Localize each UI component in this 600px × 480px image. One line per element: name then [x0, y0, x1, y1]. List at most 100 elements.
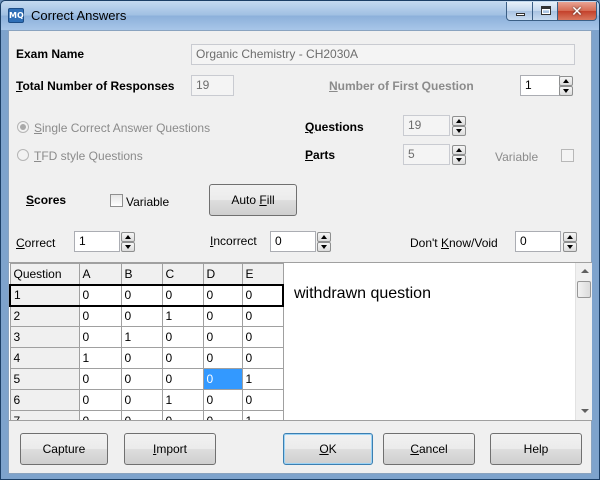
answer-cell[interactable]: 1: [241, 410, 284, 420]
answer-cell[interactable]: 0: [241, 347, 284, 369]
title-bar[interactable]: MQ Correct Answers ✕: [1, 1, 599, 30]
answer-cell[interactable]: 0: [120, 368, 163, 390]
spin-up-icon[interactable]: [559, 76, 573, 86]
answer-cell[interactable]: 0: [78, 283, 122, 307]
correct-spinner[interactable]: [121, 232, 135, 252]
correct-field[interactable]: 1: [74, 231, 120, 252]
row-header-cell[interactable]: 2: [9, 305, 80, 327]
incorrect-field[interactable]: 0: [270, 231, 316, 252]
spin-up-icon[interactable]: [452, 145, 466, 155]
answer-cell[interactable]: 1: [120, 326, 163, 348]
answer-cell[interactable]: 0: [241, 326, 284, 348]
answer-cell[interactable]: 0: [78, 305, 122, 327]
table-row[interactable]: 301000: [9, 326, 284, 348]
spin-down-icon[interactable]: [563, 242, 577, 252]
scroll-up-icon[interactable]: [581, 269, 589, 273]
questions-spinner[interactable]: [452, 116, 466, 136]
total-responses-field[interactable]: 19: [191, 75, 234, 96]
grid-header-c[interactable]: C: [161, 263, 204, 285]
answer-cell[interactable]: 0: [161, 410, 204, 420]
answer-cell[interactable]: 0: [120, 305, 163, 327]
spin-down-icon[interactable]: [317, 242, 331, 252]
answer-cell[interactable]: 0: [161, 368, 204, 390]
row-header-cell[interactable]: 3: [9, 326, 80, 348]
table-row[interactable]: 700001: [9, 410, 284, 420]
spin-down-icon[interactable]: [452, 126, 466, 136]
answers-grid[interactable]: Question A B C D E 10000020010030100041000050…: [9, 262, 592, 421]
answer-cell[interactable]: 0: [161, 347, 204, 369]
scroll-thumb[interactable]: [577, 281, 591, 298]
table-row[interactable]: 410000: [9, 347, 284, 369]
answer-cell[interactable]: 0: [78, 368, 122, 390]
cancel-button[interactable]: Cancel: [383, 433, 475, 465]
tfd-style-radio[interactable]: [17, 149, 29, 161]
spin-down-icon[interactable]: [559, 86, 573, 96]
grid-header-question[interactable]: Question: [9, 263, 80, 285]
answer-cell[interactable]: 0: [241, 389, 284, 411]
spin-up-icon[interactable]: [317, 232, 331, 242]
answer-cell[interactable]: 0: [120, 410, 163, 420]
auto-fill-button[interactable]: Auto Fill: [209, 184, 297, 216]
scroll-down-icon[interactable]: [581, 409, 589, 413]
row-header-cell[interactable]: 6: [9, 389, 80, 411]
incorrect-spinner[interactable]: [317, 232, 331, 252]
capture-button[interactable]: Capture: [20, 433, 108, 465]
grid-header-d[interactable]: D: [202, 263, 243, 285]
questions-field[interactable]: 19: [403, 115, 450, 136]
row-header-cell[interactable]: 1: [9, 283, 80, 307]
answer-cell[interactable]: 0: [202, 326, 243, 348]
answer-cell[interactable]: 0: [202, 283, 243, 307]
minimize-button[interactable]: [506, 2, 533, 21]
parts-variable-checkbox[interactable]: [561, 149, 574, 162]
dont-know-spinner[interactable]: [563, 232, 577, 252]
scores-variable-checkbox[interactable]: [110, 194, 123, 207]
row-header-cell[interactable]: 7: [9, 410, 80, 420]
answer-cell[interactable]: 0: [78, 410, 122, 420]
spin-up-icon[interactable]: [563, 232, 577, 242]
answer-cell[interactable]: 0: [202, 389, 243, 411]
answers-table[interactable]: Question A B C D E 10000020010030100041000050…: [9, 263, 284, 420]
answer-cell[interactable]: 0: [161, 326, 204, 348]
answer-cell[interactable]: 0: [241, 305, 284, 327]
spin-down-icon[interactable]: [452, 155, 466, 165]
maximize-button[interactable]: [532, 2, 558, 21]
answer-cell[interactable]: 0: [120, 389, 163, 411]
spin-up-icon[interactable]: [121, 232, 135, 242]
spin-down-icon[interactable]: [121, 242, 135, 252]
grid-header-e[interactable]: E: [241, 263, 284, 285]
answer-cell[interactable]: 0: [202, 410, 243, 420]
ok-button[interactable]: OK: [283, 433, 373, 465]
spin-up-icon[interactable]: [452, 116, 466, 126]
table-row[interactable]: 200100: [9, 305, 284, 327]
first-question-field[interactable]: 1: [520, 75, 560, 96]
single-answer-radio[interactable]: [17, 121, 29, 133]
grid-header-b[interactable]: B: [120, 263, 163, 285]
help-button[interactable]: Help: [490, 433, 582, 465]
answer-cell[interactable]: 1: [161, 305, 204, 327]
table-row[interactable]: 100000: [9, 283, 284, 307]
answer-cell[interactable]: 0: [161, 283, 204, 307]
import-button[interactable]: Import: [124, 433, 216, 465]
row-header-cell[interactable]: 4: [9, 347, 80, 369]
exam-name-field[interactable]: Organic Chemistry - CH2030A: [191, 44, 575, 65]
close-button[interactable]: ✕: [557, 2, 597, 21]
first-question-spinner[interactable]: [559, 76, 573, 96]
answer-cell[interactable]: 0: [202, 368, 243, 390]
grid-vertical-scrollbar[interactable]: [575, 263, 592, 420]
answer-cell[interactable]: 0: [241, 283, 284, 307]
answer-cell[interactable]: 0: [202, 347, 243, 369]
row-header-cell[interactable]: 5: [9, 368, 80, 390]
table-row[interactable]: 500001: [9, 368, 284, 390]
answer-cell[interactable]: 1: [161, 389, 204, 411]
dont-know-field[interactable]: 0: [515, 231, 561, 252]
answer-cell[interactable]: 0: [120, 347, 163, 369]
parts-field[interactable]: 5: [403, 144, 450, 165]
answer-cell[interactable]: 0: [202, 305, 243, 327]
grid-header-a[interactable]: A: [78, 263, 122, 285]
table-row[interactable]: 600100: [9, 389, 284, 411]
parts-spinner[interactable]: [452, 145, 466, 165]
answer-cell[interactable]: 0: [78, 326, 122, 348]
answer-cell[interactable]: 1: [78, 347, 122, 369]
answer-cell[interactable]: 1: [241, 368, 284, 390]
answer-cell[interactable]: 0: [78, 389, 122, 411]
